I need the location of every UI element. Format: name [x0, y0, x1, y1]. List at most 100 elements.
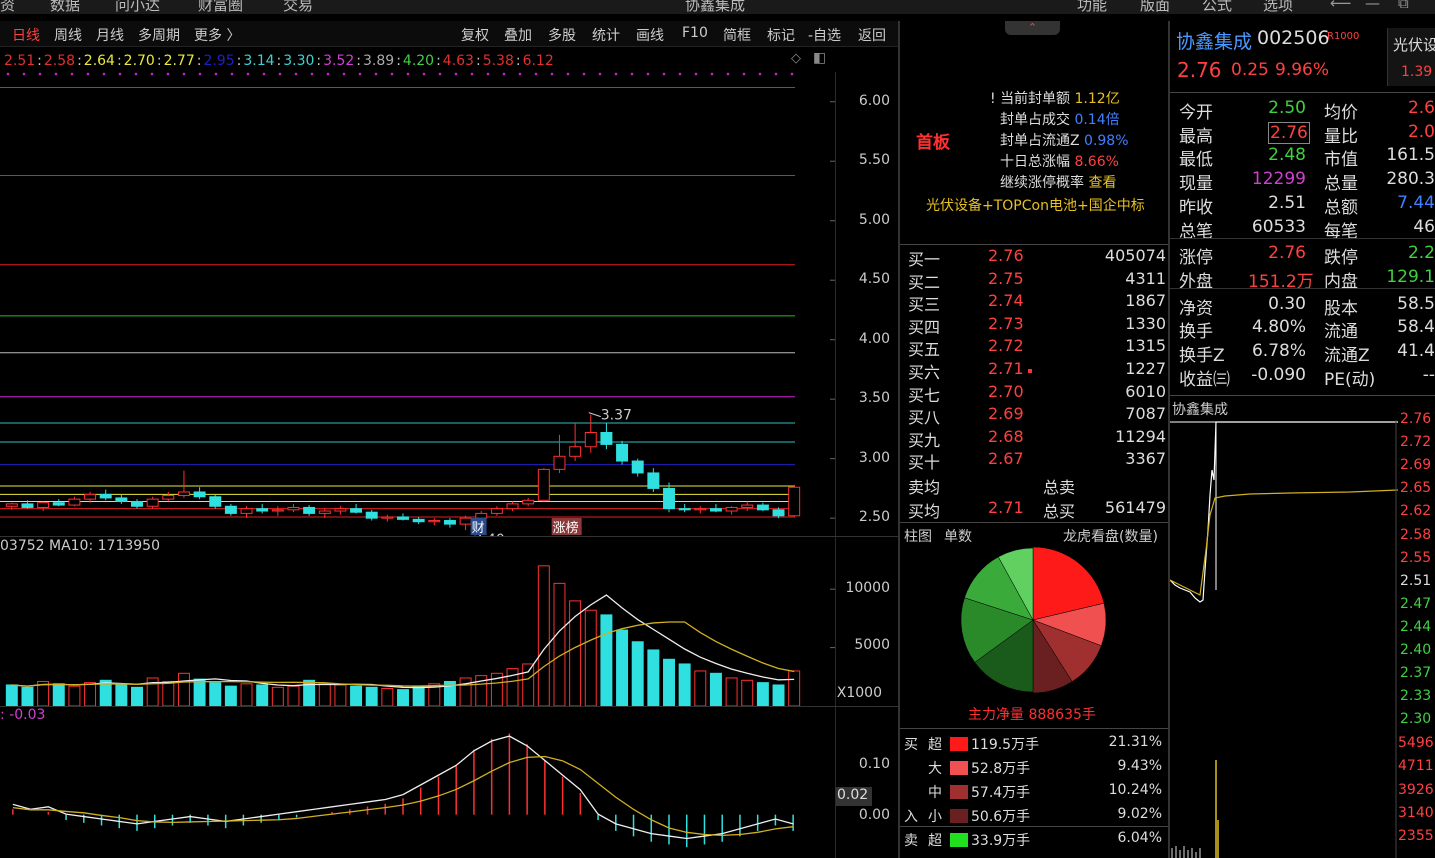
candlestick-chart[interactable]: 3.372.40财涨榜 — [0, 72, 835, 536]
flow-percent: 9.02% — [1117, 806, 1162, 822]
orderbook-price[interactable]: 2.68 — [988, 427, 1024, 446]
panel-toggle-icon[interactable]: ◧ — [813, 50, 826, 66]
mark-button[interactable]: 标记 — [767, 25, 795, 45]
menu-item[interactable]: 选项 — [1263, 0, 1293, 14]
signal-dot — [406, 72, 410, 76]
restore-rights-button[interactable]: 复权 — [461, 25, 489, 45]
f10-button[interactable]: F10 — [682, 25, 708, 41]
quote-value: 2.0 — [1407, 121, 1435, 142]
sector-box[interactable]: 光伏设 1.39 — [1387, 28, 1435, 86]
quote-label: 股本 — [1324, 298, 1358, 319]
tab-weekly[interactable]: 周线 — [54, 25, 82, 45]
capital-flow-table: 买入卖超 119.5万手 21.31% 大 52.8万手 9.43% 中 57.4万手 10.2… — [900, 732, 1168, 858]
minimize-icon[interactable]: — — [1365, 0, 1380, 12]
flow-size-label: 大 — [928, 761, 942, 777]
orderbook-price[interactable]: 2.74 — [988, 291, 1024, 310]
overlay-button[interactable]: 叠加 — [504, 25, 532, 45]
volume-bar — [5, 684, 18, 706]
menu-item[interactable]: 公式 — [1202, 0, 1232, 14]
volume-chart[interactable] — [0, 560, 835, 706]
seal-info-row[interactable]: 继续涨停概率 查看 — [1000, 172, 1116, 192]
menu-item[interactable]: 财富圈 — [198, 0, 243, 14]
macd-chart[interactable] — [0, 728, 835, 858]
orderbook-price[interactable]: 2.69 — [988, 404, 1024, 423]
menu-item[interactable]: 版面 — [1140, 0, 1170, 14]
back-arrow-icon[interactable]: ⟵ — [1330, 0, 1352, 12]
signal-dot — [118, 72, 122, 76]
orderbook-price[interactable]: 2.75 — [988, 269, 1024, 288]
board-badge: 首板 — [916, 133, 950, 153]
menu-item[interactable]: 资 — [0, 0, 15, 14]
menu-item[interactable]: 数据 — [50, 0, 80, 14]
quote-value: 2.51 — [1268, 192, 1306, 213]
quote-label: 量比 — [1324, 126, 1358, 147]
intraday-price-label: 2.51 — [1400, 573, 1432, 589]
orderbook-price[interactable]: 2.70 — [988, 382, 1024, 401]
back-button[interactable]: 返回 — [858, 25, 886, 45]
candle — [490, 506, 503, 516]
total-buy-value: 561479 — [1104, 497, 1166, 517]
tab-multi-period[interactable]: 多周期 — [138, 25, 180, 45]
watchlist-button[interactable]: -自选 — [808, 25, 841, 45]
flow-percent: 10.24% — [1108, 782, 1162, 798]
intraday-chart[interactable] — [1170, 420, 1398, 858]
volume-bar — [162, 680, 175, 706]
collapse-arrow-icon[interactable]: ⌃ — [1005, 21, 1060, 35]
candle — [631, 458, 644, 477]
volume-bar — [381, 687, 394, 706]
orderbook-level-label: 买二 — [908, 272, 941, 292]
volume-bar — [84, 682, 97, 706]
tab-monthly[interactable]: 月线 — [96, 25, 124, 45]
tab-order-count[interactable]: 单数 — [944, 526, 972, 546]
vol-axis-label: 10000 — [845, 580, 890, 596]
stats-button[interactable]: 统计 — [592, 25, 620, 45]
seal-info-key: 十日总涨幅 — [1000, 154, 1075, 170]
candle — [37, 501, 50, 512]
flow-buy-label: 买 — [904, 737, 918, 753]
volume-bar — [725, 677, 738, 706]
signal-dot — [166, 72, 170, 76]
flow-size-label: 中 — [928, 785, 942, 801]
chart-toolbar: 日线 周线 月线 多周期 更多 〉 复权 叠加 多股 统计 画线 F10 简框 … — [0, 21, 898, 47]
volume-bar — [209, 682, 222, 706]
signal-dot — [374, 72, 378, 76]
tab-daily[interactable]: 日线 — [12, 25, 40, 45]
candle — [428, 518, 441, 526]
concept-tags[interactable]: 光伏设备+TOPCon电池+国企中标 — [926, 195, 1145, 215]
orderbook-price[interactable]: 2.71 — [988, 359, 1024, 378]
signal-dot — [38, 72, 42, 76]
intraday-volume-label: 2355 — [1398, 828, 1434, 844]
orderbook-level-label: 买八 — [908, 408, 941, 428]
candle — [381, 514, 394, 522]
stock-name[interactable]: 协鑫集成 — [1176, 27, 1252, 54]
divider — [1170, 238, 1435, 239]
window-icon[interactable]: ⧉ — [1398, 0, 1409, 12]
orderbook-price[interactable]: 2.76 — [988, 246, 1024, 265]
diamond-icon[interactable]: ◇ — [791, 51, 801, 66]
menu-item[interactable]: 功能 — [1077, 0, 1107, 14]
quote-label: 市值 — [1324, 150, 1358, 171]
orderbook-price[interactable]: 2.67 — [988, 449, 1024, 468]
draw-line-button[interactable]: 画线 — [636, 25, 664, 45]
menu-item[interactable]: 问小达 — [115, 0, 160, 14]
price-change-pct: 9.96% — [1275, 60, 1330, 80]
intraday-price-label: 2.65 — [1400, 480, 1432, 496]
tab-bar-chart[interactable]: 柱图 — [904, 526, 932, 546]
multi-stock-button[interactable]: 多股 — [548, 25, 576, 45]
price-level-label: 2.95 — [203, 53, 235, 69]
volume-ma-line — [11, 621, 795, 687]
flow-percent: 6.04% — [1117, 830, 1162, 846]
menu-item[interactable]: 交易 — [283, 0, 313, 14]
separator: : — [515, 53, 521, 69]
dragon-tiger-title[interactable]: 龙虎看盘(数量) — [1063, 526, 1158, 546]
volume-bar — [553, 582, 566, 706]
simple-frame-button[interactable]: 简框 — [723, 25, 751, 45]
candle — [443, 518, 456, 528]
candle — [412, 516, 425, 525]
signal-dot — [310, 72, 314, 76]
orderbook-price[interactable]: 2.73 — [988, 314, 1024, 333]
intraday-volume-label: 5496 — [1398, 735, 1434, 751]
tab-more[interactable]: 更多 〉 — [194, 25, 240, 45]
orderbook-price[interactable]: 2.72 — [988, 336, 1024, 355]
orderbook-volume: 3367 — [1125, 449, 1166, 469]
